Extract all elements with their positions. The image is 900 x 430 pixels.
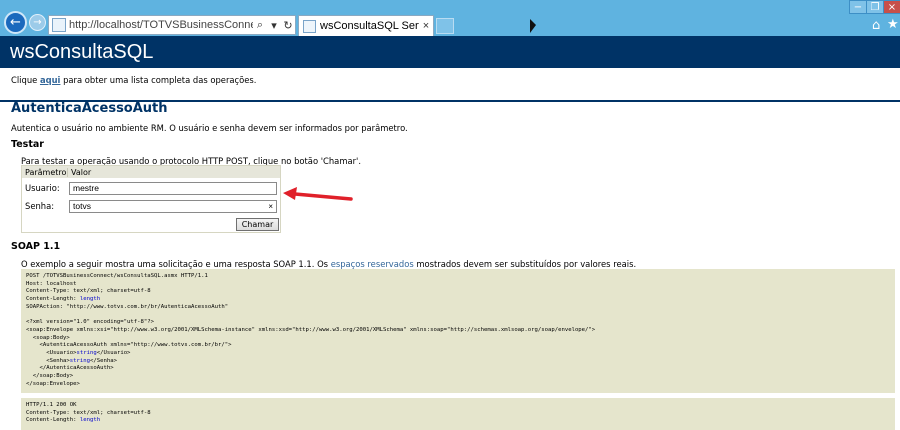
code-line: POST /TOTVSBusinessConnect/wsConsultaSQL…	[26, 273, 208, 279]
browser-tab[interactable]: wsConsultaSQL Serviço da ... ×	[298, 15, 434, 36]
code-line: <?xml version="1.0" encoding="utf-8"?>	[26, 319, 154, 326]
test-form: Parâmetro Valor Usuario: mestre Senha: t…	[21, 165, 281, 233]
home-icon[interactable]: ⌂	[872, 18, 880, 33]
soap-response-sample: HTTP/1.1 200 OK Content-Type: text/xml; …	[21, 398, 895, 430]
code-line: <AutenticaAcessoAuth xmlns="http://www.t…	[26, 342, 232, 349]
search-icon[interactable]: ⌕	[253, 19, 267, 32]
favorites-icon[interactable]: ★	[887, 17, 899, 32]
soap-desc-before: O exemplo a seguir mostra uma solicitaçã…	[21, 259, 331, 269]
forward-arrow-icon: →	[33, 17, 42, 28]
forward-button[interactable]: →	[29, 14, 46, 31]
code-line: Host: localhost	[26, 280, 77, 287]
address-url[interactable]: http://localhost/TOTVSBusinessConnect/ws…	[69, 19, 253, 31]
soap-desc-after: mostrados devem ser substituídos por val…	[413, 259, 637, 269]
code-line: Content-Length:	[26, 417, 80, 424]
code-line: HTTP/1.1 200 OK	[26, 402, 77, 408]
code-placeholder: string	[76, 350, 97, 357]
soap-description: O exemplo a seguir mostra uma solicitaçã…	[21, 259, 636, 269]
code-line: </soap:Envelope>	[26, 380, 80, 387]
senha-input[interactable]: totvs ×	[69, 200, 277, 213]
close-window-button[interactable]: ×	[883, 0, 900, 14]
refresh-icon[interactable]: ↻	[281, 19, 295, 32]
operation-title: AutenticaAcessoAuth	[11, 101, 168, 116]
browser-chrome: ← → http://localhost/TOTVSBusinessConnec…	[0, 0, 900, 36]
code-line: </soap:Body>	[26, 373, 74, 380]
code-placeholder: length	[79, 296, 101, 303]
code-placeholder: length	[79, 417, 101, 424]
intro-before: Clique	[11, 75, 40, 85]
code-line: </AutenticaAcessoAuth>	[26, 365, 114, 372]
tab-close-icon[interactable]: ×	[419, 20, 433, 32]
clear-input-icon[interactable]: ×	[268, 201, 273, 212]
back-arrow-icon: ←	[10, 15, 21, 30]
code-line: Content-Length:	[26, 296, 80, 303]
usuario-value: mestre	[73, 183, 99, 193]
operations-list-link[interactable]: aqui	[40, 75, 60, 85]
code-line: <Usuario>	[26, 350, 77, 357]
operation-description: Autentica o usuário no ambiente RM. O us…	[11, 123, 408, 133]
chamar-button[interactable]: Chamar	[236, 218, 279, 231]
intro-text: Clique aqui para obter uma lista complet…	[11, 75, 256, 85]
code-line: SOAPAction: "http://www.totvs.com.br/br/…	[26, 303, 229, 310]
form-header-row: Parâmetro Valor	[22, 166, 280, 178]
soap-heading: SOAP 1.1	[11, 241, 61, 252]
tab-title: wsConsultaSQL Serviço da ...	[320, 20, 419, 32]
usuario-input[interactable]: mestre	[69, 182, 277, 195]
dropdown-icon[interactable]: ▾	[267, 19, 281, 32]
soap-request-sample: POST /TOTVSBusinessConnect/wsConsultaSQL…	[21, 269, 895, 393]
address-bar[interactable]: http://localhost/TOTVSBusinessConnect/ws…	[48, 15, 296, 35]
code-placeholder: string	[69, 357, 90, 364]
page-icon	[52, 18, 66, 32]
tab-page-icon	[303, 19, 316, 33]
code-line: <soap:Envelope xmlns:xsi="http://www.w3.…	[26, 326, 596, 333]
code-line: <soap:Body>	[26, 334, 70, 341]
placeholders-term: espaços reservados	[330, 259, 414, 269]
senha-value: totvs	[73, 201, 91, 211]
code-line: <Senha>	[26, 357, 70, 364]
intro-after: para obter uma lista completa das operaç…	[60, 75, 257, 85]
code-line: </Usuario>	[96, 350, 131, 357]
red-arrow-annotation-icon	[283, 187, 353, 201]
code-line: Content-Type: text/xml; charset=utf-8	[26, 409, 151, 416]
value-column-header: Valor	[71, 167, 92, 177]
service-title: wsConsultaSQL	[10, 41, 154, 63]
code-line: </Senha>	[90, 357, 117, 364]
param-column-header: Parâmetro	[22, 167, 68, 177]
mouse-cursor-icon	[530, 19, 536, 33]
new-tab-button[interactable]	[436, 18, 454, 34]
service-header: wsConsultaSQL	[0, 36, 900, 68]
restore-button[interactable]: ❐	[866, 0, 884, 14]
usuario-label: Usuario:	[25, 183, 60, 193]
back-button[interactable]: ←	[4, 11, 27, 34]
test-heading: Testar	[11, 139, 44, 150]
minimize-button[interactable]: −	[849, 0, 867, 14]
senha-label: Senha:	[25, 201, 55, 211]
code-line: Content-Type: text/xml; charset=utf-8	[26, 288, 151, 295]
